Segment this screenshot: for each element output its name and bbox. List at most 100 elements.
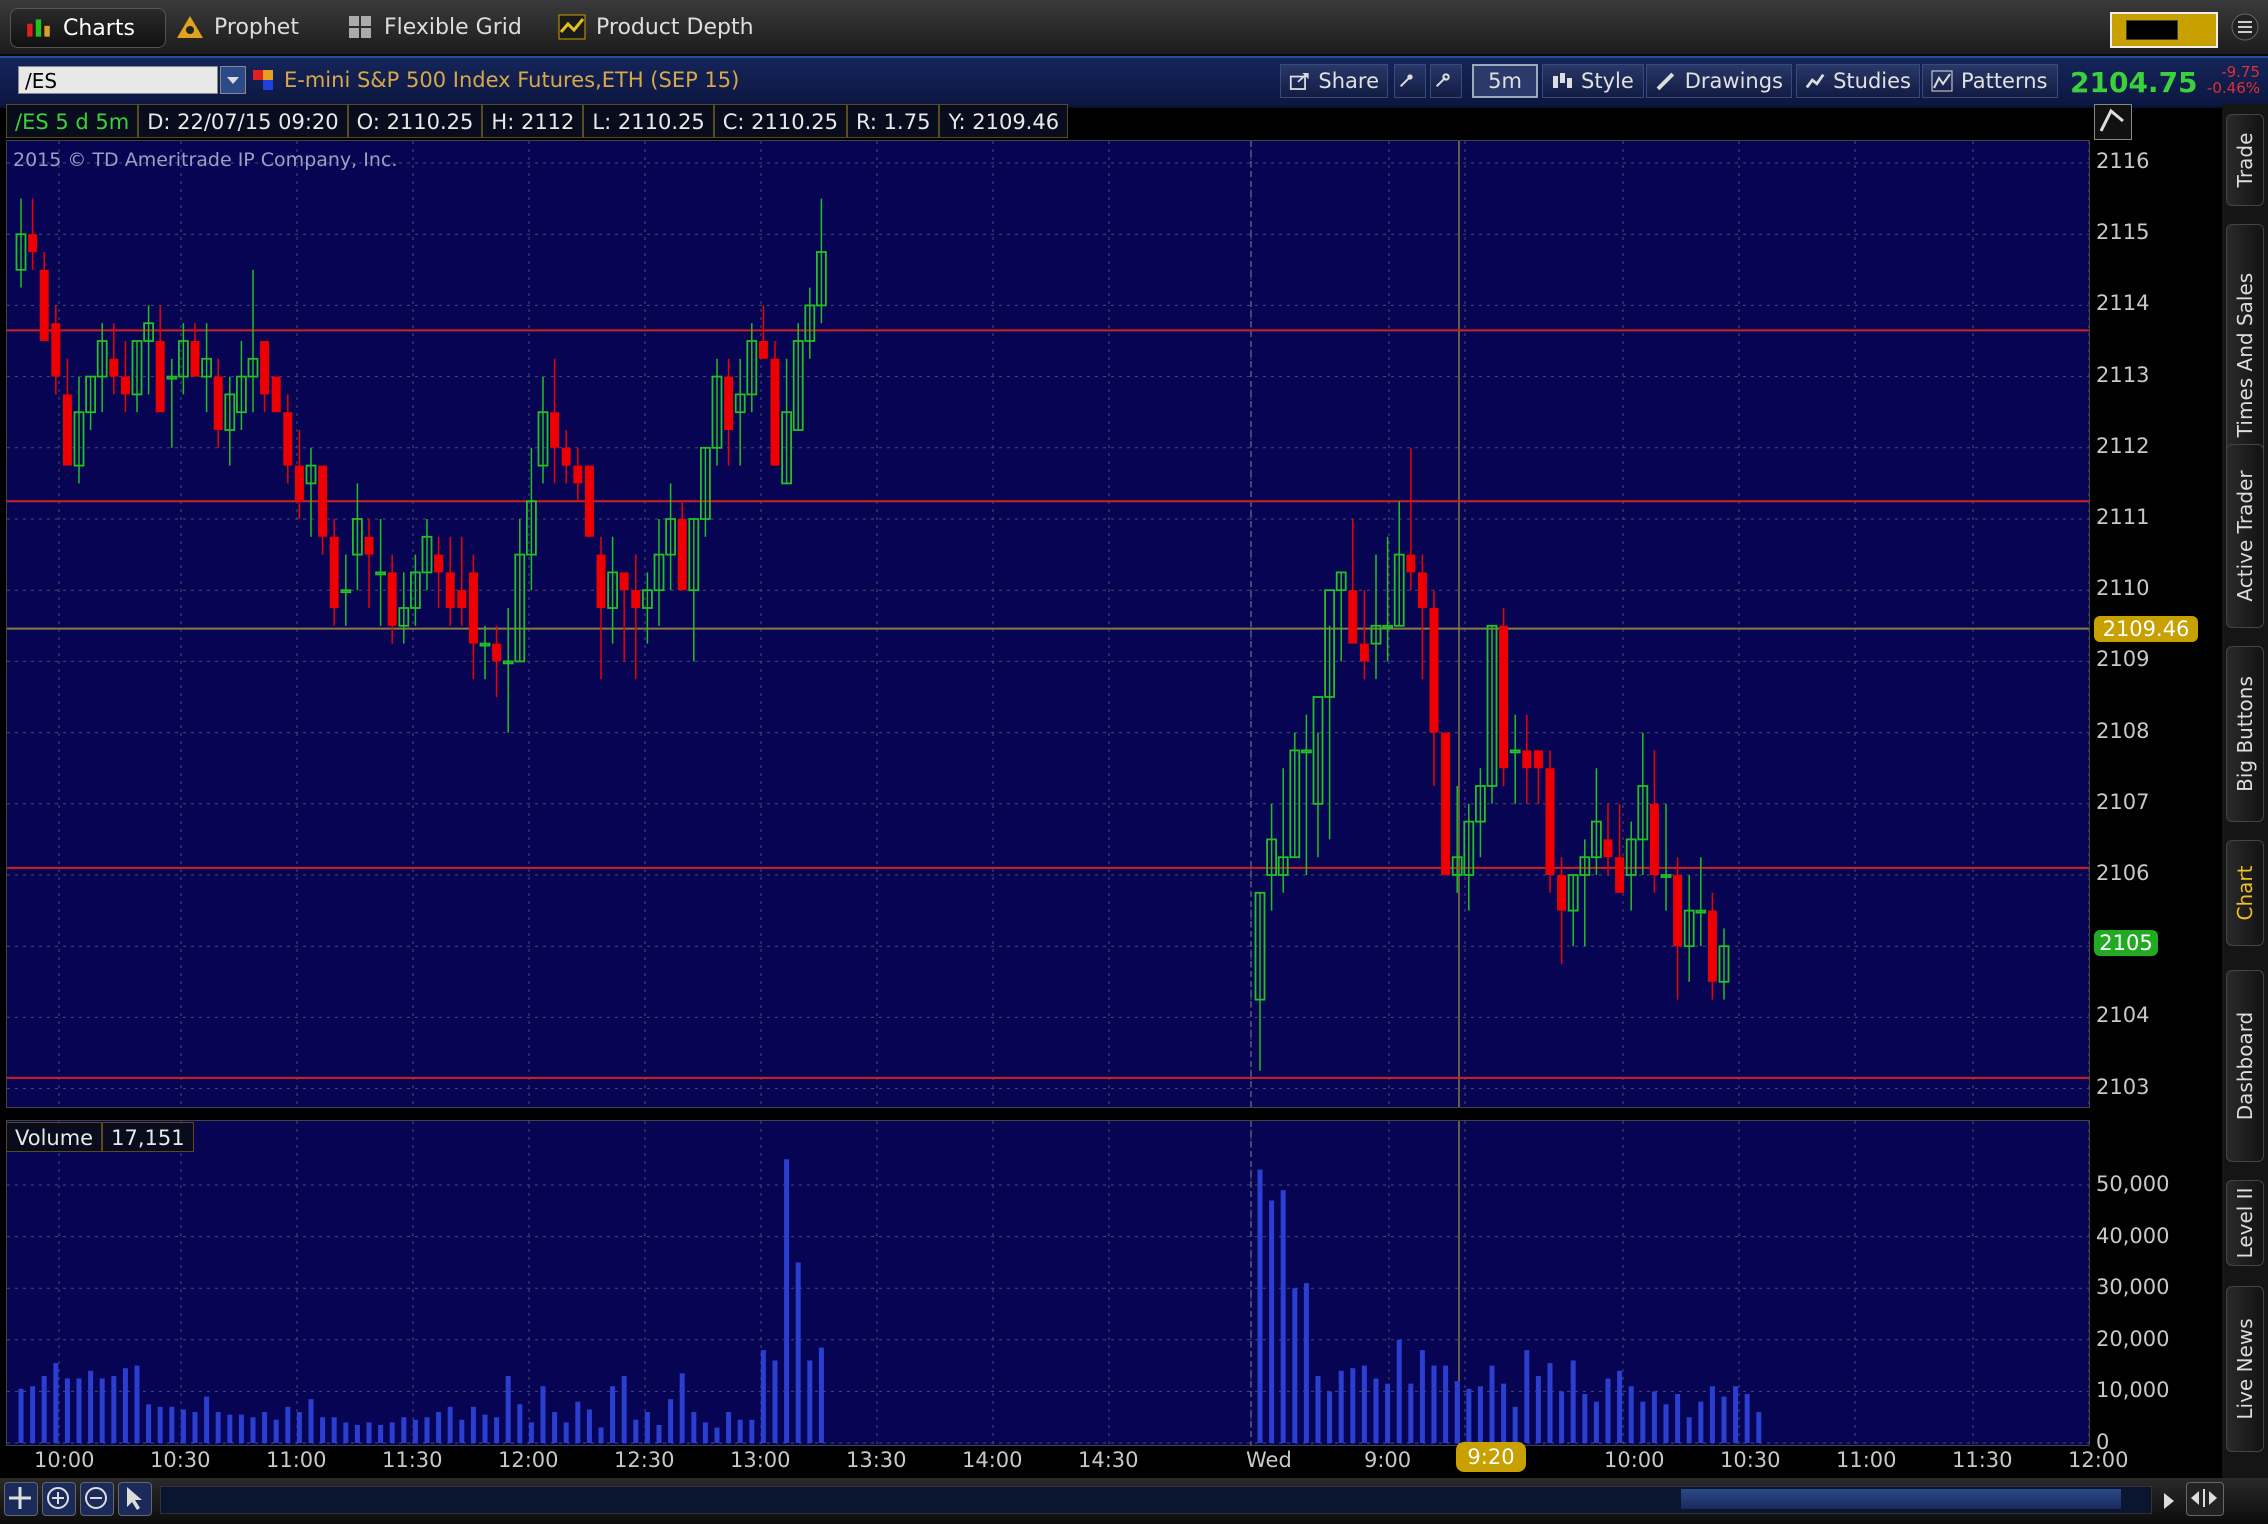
volume-bar[interactable] <box>726 1412 732 1443</box>
volume-bar[interactable] <box>1454 1381 1460 1443</box>
studies-button[interactable]: Studies <box>1796 64 1920 98</box>
menu-icon[interactable] <box>2230 12 2260 42</box>
volume-bar[interactable] <box>1315 1375 1321 1443</box>
scrollbar-thumb[interactable] <box>1681 1489 2121 1509</box>
volume-bar[interactable] <box>1396 1339 1402 1443</box>
volume-bar[interactable] <box>1419 1350 1425 1443</box>
volume-bar[interactable] <box>134 1365 140 1443</box>
volume-bar[interactable] <box>146 1404 152 1443</box>
candle-body-down[interactable] <box>329 536 339 608</box>
candle-body-down[interactable] <box>550 412 560 448</box>
volume-bar[interactable] <box>343 1422 349 1443</box>
volume-bar[interactable] <box>1559 1391 1565 1443</box>
candle-body-down[interactable] <box>155 341 165 413</box>
volume-bar[interactable] <box>1443 1365 1449 1443</box>
volume-bar[interactable] <box>1617 1370 1623 1443</box>
volume-bar[interactable] <box>1547 1363 1553 1443</box>
volume-bar[interactable] <box>1675 1393 1681 1443</box>
volume-bar[interactable] <box>1709 1386 1715 1443</box>
volume-panel[interactable] <box>6 1120 2090 1446</box>
candle-body-down[interactable] <box>596 554 606 608</box>
volume-bar[interactable] <box>760 1350 766 1443</box>
candle-body-down[interactable] <box>109 358 119 377</box>
volume-bar[interactable] <box>772 1360 778 1443</box>
candle-body-down[interactable] <box>1615 857 1625 893</box>
candle-body-down[interactable] <box>28 234 38 252</box>
patterns-button[interactable]: Patterns <box>1922 64 2058 98</box>
volume-bar[interactable] <box>586 1409 592 1443</box>
candle-body-down[interactable] <box>1499 625 1509 769</box>
candle-body-down[interactable] <box>1603 839 1613 858</box>
volume-bar[interactable] <box>714 1427 720 1443</box>
side-tab-big-buttons[interactable]: Big Buttons <box>2226 646 2264 822</box>
volume-bar[interactable] <box>807 1360 813 1443</box>
candle-body-down[interactable] <box>283 412 293 466</box>
volume-bar[interactable] <box>169 1406 175 1443</box>
candle-body-down[interactable] <box>1441 732 1451 875</box>
volume-bar[interactable] <box>1327 1391 1333 1443</box>
volume-bar[interactable] <box>691 1412 697 1443</box>
volume-bar[interactable] <box>505 1375 511 1443</box>
candle-body-down[interactable] <box>468 572 478 644</box>
tab-flexible-grid[interactable]: Flexible Grid <box>346 8 522 46</box>
candle-body-down[interactable] <box>619 572 629 591</box>
volume-bar[interactable] <box>494 1417 500 1443</box>
volume-bar[interactable] <box>215 1412 221 1443</box>
side-tab-active-trader[interactable]: Active Trader <box>2226 444 2264 628</box>
volume-bar[interactable] <box>459 1419 465 1443</box>
volume-bar[interactable] <box>262 1412 268 1443</box>
volume-bar[interactable] <box>1257 1169 1263 1443</box>
volume-bar[interactable] <box>470 1406 476 1443</box>
aggregation-button[interactable]: 5m <box>1472 64 1538 98</box>
candle-body-down[interactable] <box>758 341 768 359</box>
volume-bar[interactable] <box>401 1417 407 1443</box>
volume-bar[interactable] <box>227 1414 233 1443</box>
side-tab-live-news[interactable]: Live News <box>2226 1286 2264 1452</box>
volume-bar[interactable] <box>447 1406 453 1443</box>
volume-bar[interactable] <box>424 1417 430 1443</box>
volume-bar[interactable] <box>157 1406 163 1443</box>
pointer-button[interactable] <box>118 1482 152 1516</box>
candle-body-down[interactable] <box>294 465 304 502</box>
volume-bar[interactable] <box>331 1417 337 1443</box>
volume-bar[interactable] <box>296 1412 302 1443</box>
candle-body-down[interactable] <box>1707 910 1717 982</box>
candle-body-down[interactable] <box>677 519 687 591</box>
volume-bar[interactable] <box>238 1414 244 1443</box>
volume-bar[interactable] <box>1663 1404 1669 1443</box>
symbol-input[interactable]: /ES <box>18 66 218 94</box>
candle-body-down[interactable] <box>1522 750 1532 769</box>
candle-body-down[interactable] <box>1533 750 1543 769</box>
volume-bar[interactable] <box>1651 1391 1657 1443</box>
chart-scrollbar[interactable] <box>160 1486 2152 1514</box>
volume-bar[interactable] <box>180 1409 186 1443</box>
chart-setup-label[interactable]: /ES 5 d 5m <box>6 104 139 138</box>
volume-bar[interactable] <box>1280 1190 1286 1443</box>
volume-bar[interactable] <box>1524 1350 1530 1443</box>
volume-bar[interactable] <box>320 1417 326 1443</box>
volume-bar[interactable] <box>1686 1417 1692 1443</box>
candle-body-down[interactable] <box>213 376 223 430</box>
volume-bar[interactable] <box>598 1427 604 1443</box>
zoom-out-button[interactable] <box>80 1482 114 1516</box>
candle-body-down[interactable] <box>631 590 641 608</box>
volume-bar[interactable] <box>668 1399 674 1443</box>
volume-bar[interactable] <box>354 1424 360 1443</box>
volume-bar[interactable] <box>1698 1401 1704 1443</box>
candle-body-down[interactable] <box>260 341 270 395</box>
wrench-button[interactable] <box>1430 64 1462 98</box>
volume-bar[interactable] <box>737 1419 743 1443</box>
candle-body-down[interactable] <box>770 358 780 466</box>
volume-bar[interactable] <box>749 1419 755 1443</box>
candle-body-down[interactable] <box>387 572 397 626</box>
volume-bar[interactable] <box>1361 1365 1367 1443</box>
volume-bar[interactable] <box>436 1412 442 1443</box>
candle-body-down[interactable] <box>457 590 467 608</box>
candle-body-down[interactable] <box>1406 554 1416 573</box>
volume-bar[interactable] <box>378 1424 384 1443</box>
volume-bar[interactable] <box>1582 1393 1588 1443</box>
candle-body-down[interactable] <box>1429 608 1439 733</box>
candle-body-down[interactable] <box>1557 875 1567 911</box>
candle-body-down[interactable] <box>434 554 444 573</box>
volume-bar[interactable] <box>41 1375 47 1443</box>
